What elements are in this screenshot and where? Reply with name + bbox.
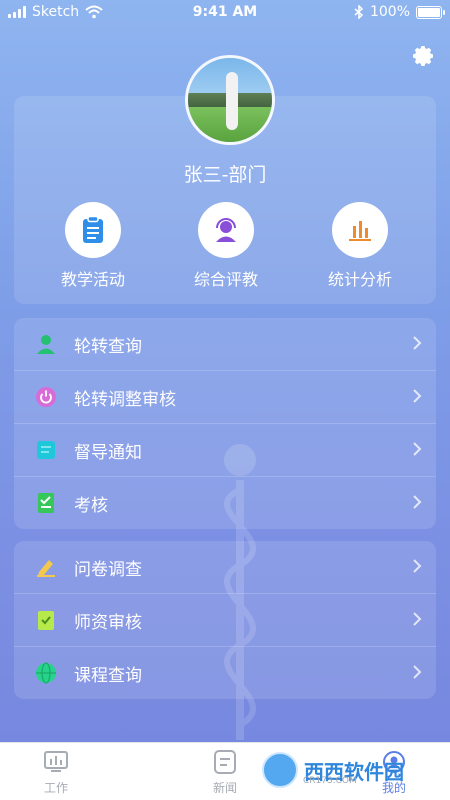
chevron-right-icon (413, 389, 422, 403)
quick-action-label: 统计分析 (327, 270, 392, 289)
menu-item-label: 问卷调查 (74, 559, 142, 580)
tab-work[interactable]: 工作 (16, 749, 96, 796)
headset-user-icon (198, 202, 254, 258)
menu-group-1: 轮转查询 轮转调整审核 督导通知 考核 (14, 318, 436, 529)
menu-item-faculty-review[interactable]: 师资审核 (14, 593, 436, 646)
user-icon (34, 332, 58, 356)
globe-icon (34, 661, 58, 685)
check-doc-icon (34, 608, 58, 632)
menu-item-rotation-adjust-review[interactable]: 轮转调整审核 (14, 370, 436, 423)
news-icon (214, 750, 236, 774)
power-icon (34, 385, 58, 409)
menu-item-course-query[interactable]: 课程查询 (14, 646, 436, 699)
quick-action-statistics[interactable]: 统计分析 (310, 202, 410, 290)
menu-item-assessment[interactable]: 考核 (14, 476, 436, 529)
quick-action-evaluation[interactable]: 综合评教 (176, 202, 276, 290)
menu-item-label: 轮转查询 (74, 336, 142, 357)
tab-label: 工作 (43, 781, 68, 795)
chevron-right-icon (413, 612, 422, 626)
monitor-chart-icon (44, 751, 68, 772)
menu-group-2: 问卷调查 师资审核 课程查询 (14, 541, 436, 699)
chevron-right-icon (413, 665, 422, 679)
screen: Sketch 9:41 AM 100% 张三-部门 教学活动 综合评教 统计分析… (0, 0, 450, 800)
clipboard-icon (65, 202, 121, 258)
battery-icon (416, 5, 445, 19)
battery-percent: 100% (369, 4, 410, 20)
menu-item-label: 课程查询 (74, 665, 142, 686)
chevron-right-icon (413, 495, 422, 509)
book-icon (34, 438, 58, 462)
site-watermark-sub: CR173.COM (303, 776, 357, 786)
chevron-right-icon (413, 559, 422, 573)
gear-icon[interactable] (412, 44, 436, 68)
avatar[interactable] (185, 55, 275, 145)
quick-action-teaching[interactable]: 教学活动 (43, 202, 143, 290)
tab-label: 新闻 (212, 781, 237, 795)
menu-item-label: 师资审核 (74, 612, 142, 633)
site-watermark: 西西软件园 CR173.COM (262, 748, 438, 792)
menu-item-label: 考核 (74, 495, 108, 516)
bluetooth-icon (354, 5, 364, 19)
chevron-right-icon (413, 336, 422, 350)
checklist-icon (34, 491, 58, 515)
chevron-right-icon (413, 442, 422, 456)
quick-action-label: 教学活动 (60, 270, 125, 289)
bar-chart-icon (332, 202, 388, 258)
site-logo-icon (262, 752, 298, 788)
menu-item-rotation-query[interactable]: 轮转查询 (14, 318, 436, 370)
quick-action-label: 综合评教 (193, 270, 258, 289)
menu-item-supervision-notice[interactable]: 督导通知 (14, 423, 436, 476)
menu-item-questionnaire[interactable]: 问卷调查 (14, 541, 436, 593)
menu-item-label: 轮转调整审核 (74, 389, 176, 410)
profile-name: 张三-部门 (183, 164, 267, 186)
menu-item-label: 督导通知 (74, 442, 142, 463)
tab-news[interactable]: 新闻 (185, 749, 265, 796)
pen-icon (34, 555, 58, 579)
status-bar: Sketch 9:41 AM 100% (0, 0, 450, 26)
